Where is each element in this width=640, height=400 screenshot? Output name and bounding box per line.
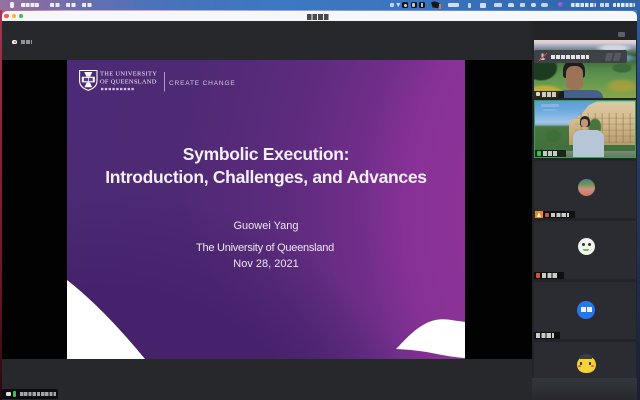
svg-text:OF QUEENSLAND: OF QUEENSLAND: [100, 79, 157, 86]
svg-text:CREATE CHANGE: CREATE CHANGE: [169, 80, 236, 87]
svg-text:THE UNIVERSITY: THE UNIVERSITY: [100, 70, 157, 77]
